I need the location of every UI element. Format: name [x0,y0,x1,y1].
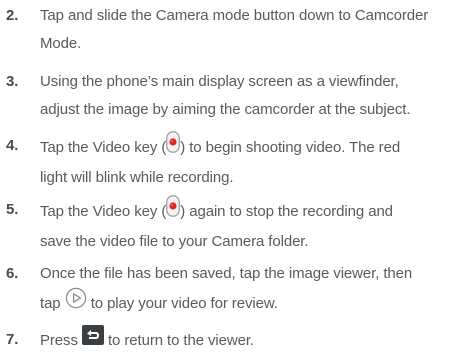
step-text: Once the file has been saved, tap the im… [40,265,413,282]
step-4: 4. Tap the Video key ( ) to begin shootin… [0,131,472,192]
step-number: 6. [6,265,19,282]
step-text: Press [40,331,82,349]
step-3: 3. Using the phone’s main display screen… [0,68,472,124]
step-text: adjust the image by aiming the camcorder… [40,101,411,118]
step-text: ) again to stop the recording and [180,202,393,220]
step-text: to play your video for review. [86,294,278,312]
video-record-icon [166,131,181,163]
step-number: 4. [6,137,19,154]
step-text: Tap and slide the Camera mode button dow… [40,7,429,24]
step-text: light will blink while recording. [40,169,234,186]
step-6: 6. Once the file has been saved, tap the… [0,260,472,320]
step-text: tap [40,294,65,312]
step-text-line: tap to play your video for review. [0,287,472,320]
step-2: 2. Tap and slide the Camera mode button … [0,2,472,58]
video-record-icon [166,195,181,227]
step-5: 5. Tap the Video key ( ) again to stop th… [0,195,472,256]
step-text-line: Press to return to the viewer. [0,325,472,356]
step-text: to return to the viewer. [103,331,255,349]
step-text: save the video file to your Camera folde… [40,233,309,250]
step-text-line: Tap the Video key ( ) again to stop the r… [0,195,472,228]
step-text: Mode. [40,35,82,52]
step-number: 5. [6,201,19,218]
step-text-line: Tap the Video key ( ) to begin shooting v… [0,131,472,164]
back-icon [81,325,104,355]
step-text: Tap the Video key ( [40,202,167,220]
step-number: 2. [6,7,19,24]
step-text: Tap the Video key ( [40,138,167,156]
play-icon [65,287,87,319]
step-text: ) to begin shooting video. The red [180,138,401,156]
step-number: 7. [6,331,19,348]
step-text: Using the phone’s main display screen as… [40,73,399,90]
instruction-page: 2. Tap and slide the Camera mode button … [0,0,472,358]
step-number: 3. [6,73,19,90]
step-7: 7. Press to return to the viewer. [0,325,472,356]
